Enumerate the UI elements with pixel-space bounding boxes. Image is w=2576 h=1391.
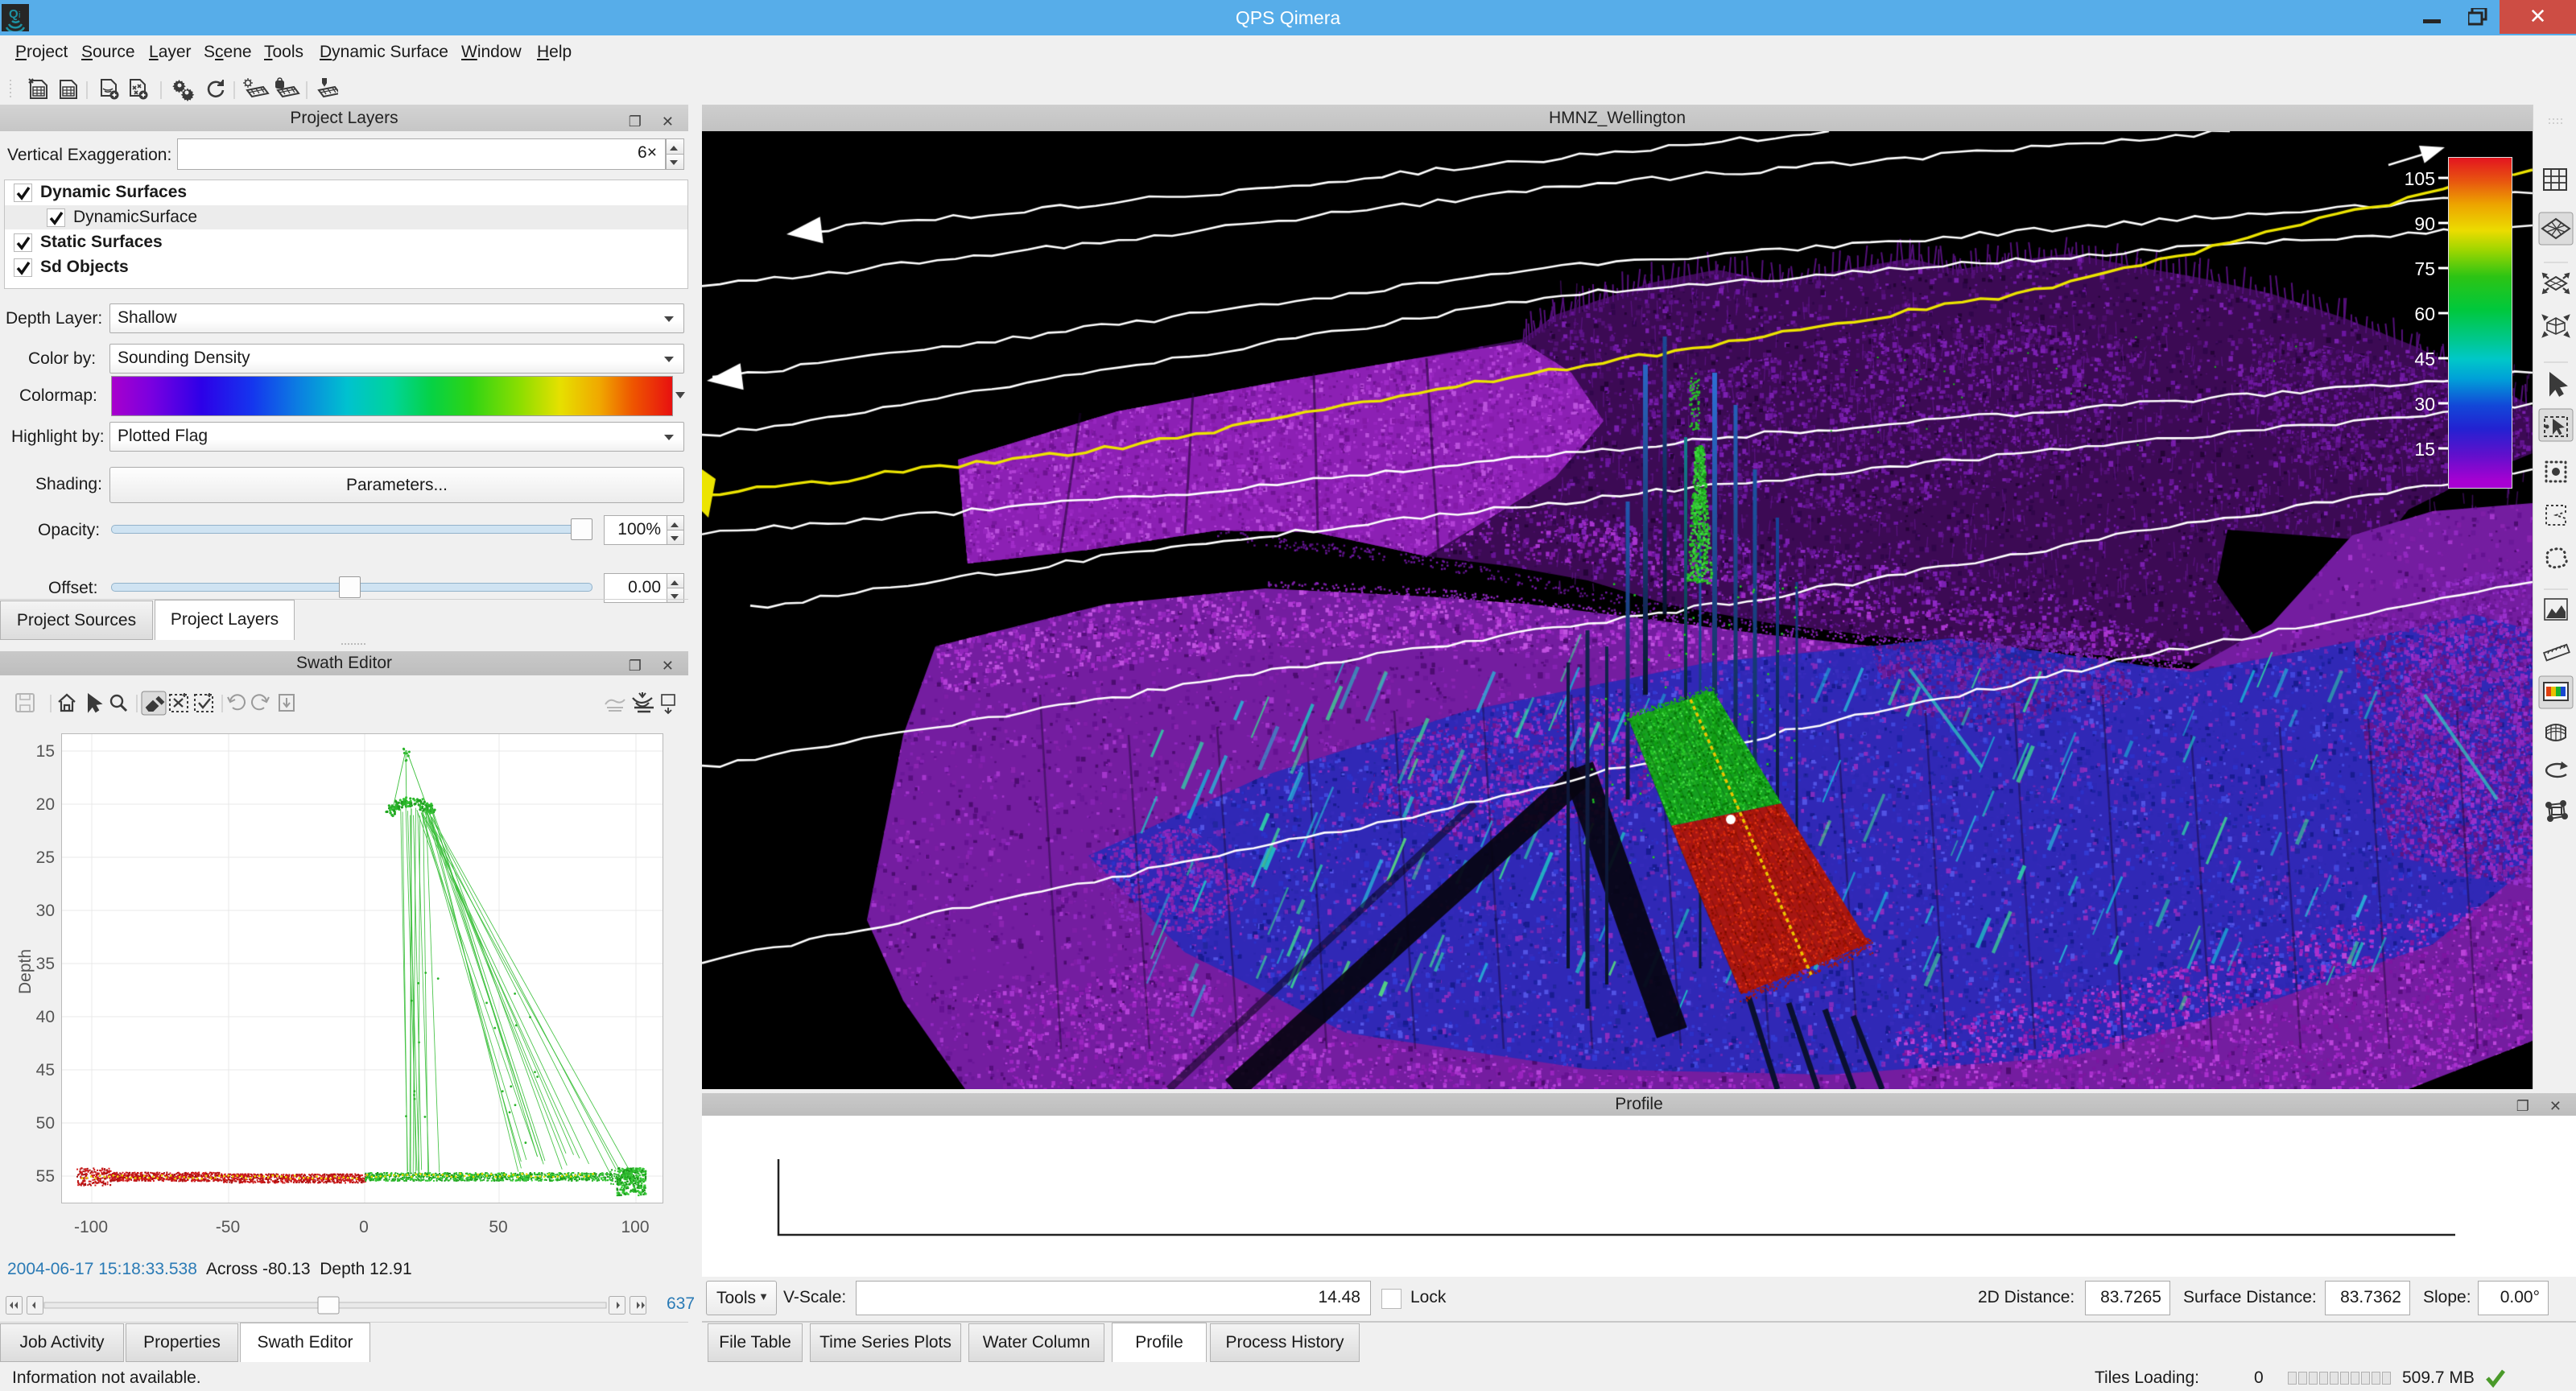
svg-text:i: i xyxy=(19,10,20,20)
svg-text:Q: Q xyxy=(9,7,19,21)
